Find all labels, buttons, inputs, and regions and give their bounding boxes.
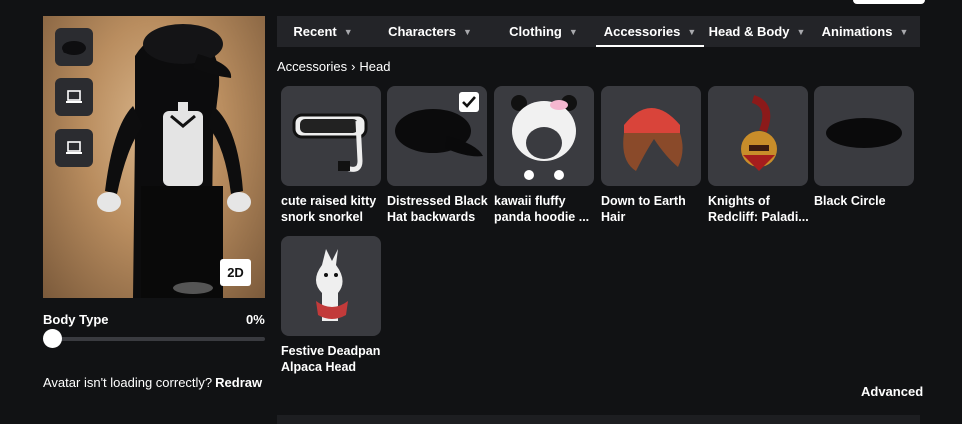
item-name: cute raised kitty snork snorkel in... <box>281 194 377 224</box>
tab-label: Animations <box>821 24 893 39</box>
body-type-label: Body Type <box>43 312 109 327</box>
chevron-down-icon: ▼ <box>796 26 806 37</box>
hat-thumbnail[interactable] <box>55 28 93 66</box>
item-card[interactable]: Knights of Redcliff: Paladi... <box>708 86 809 225</box>
preview-mode-button[interactable] <box>55 78 93 116</box>
avatar-preview[interactable]: 2D <box>43 16 265 298</box>
tab-head-body[interactable]: Head & Body ▼ <box>704 16 810 47</box>
tab-label: Recent <box>293 24 337 39</box>
tab-label: Clothing <box>509 24 562 39</box>
redraw-link[interactable]: Redraw <box>215 375 262 390</box>
item-name: Knights of Redcliff: Paladi... <box>708 194 809 224</box>
computer-icon <box>66 90 82 103</box>
tab-clothing[interactable]: Clothing ▼ <box>491 16 596 47</box>
item-name: Distressed Black Hat backwards <box>387 194 488 224</box>
chevron-down-icon: ▼ <box>343 26 353 37</box>
cap-icon <box>62 41 86 55</box>
tab-label: Accessories <box>603 24 681 39</box>
chevron-down-icon: ▼ <box>687 26 697 37</box>
knight-helmet-icon <box>708 86 808 186</box>
chevron-down-icon: ▼ <box>568 26 578 37</box>
top-action-button[interactable] <box>853 0 925 4</box>
avatar-warning: Avatar isn't loading correctly? Redraw <box>43 375 262 390</box>
item-card[interactable]: cute raised kitty snork snorkel in... <box>281 86 381 225</box>
preview-mode-button-2[interactable] <box>55 129 93 167</box>
breadcrumb: Accessories › Head <box>277 59 391 74</box>
item-card[interactable]: Down to Earth Hair <box>601 86 701 225</box>
black-circle-icon <box>814 86 914 186</box>
item-name: kawaii fluffy panda hoodie ... <box>494 194 590 224</box>
selected-check-icon <box>459 92 479 112</box>
body-type-slider[interactable] <box>52 337 265 341</box>
body-type-value: 0% <box>246 312 265 327</box>
tab-animations[interactable]: Animations ▼ <box>810 16 920 47</box>
breadcrumb-current: Head <box>359 59 391 74</box>
tab-characters[interactable]: Characters ▼ <box>369 16 491 47</box>
item-card[interactable]: Festive Deadpan Alpaca Head <box>281 236 381 375</box>
panda-hoodie-icon <box>494 86 594 186</box>
computer-icon <box>66 141 82 154</box>
chevron-down-icon: ▼ <box>899 26 909 37</box>
alpaca-head-icon <box>281 236 381 336</box>
tab-label: Characters <box>388 24 456 39</box>
red-beanie-hair-icon <box>601 86 701 186</box>
snorkel-goggles-icon <box>281 86 381 186</box>
body-type-slider-knob[interactable] <box>43 329 62 348</box>
item-name: Down to Earth Hair <box>601 194 686 224</box>
advanced-button[interactable]: Advanced <box>861 384 923 399</box>
item-card[interactable]: Distressed Black Hat backwards <box>387 86 488 225</box>
chevron-down-icon: ▼ <box>463 26 472 37</box>
avatar-warning-text: Avatar isn't loading correctly? <box>43 375 213 390</box>
black-cap-icon <box>387 86 487 186</box>
chevron-right-icon: › <box>351 59 356 74</box>
toggle-2d-button[interactable]: 2D <box>220 259 251 286</box>
tab-recent[interactable]: Recent ▼ <box>277 16 369 47</box>
footer-panel <box>277 415 920 424</box>
breadcrumb-parent[interactable]: Accessories <box>277 59 347 74</box>
category-tabs: Recent ▼ Characters ▼ Clothing ▼ Accessorie… <box>277 16 920 47</box>
item-card[interactable]: kawaii fluffy panda hoodie ... <box>494 86 594 225</box>
tab-accessories[interactable]: Accessories ▼ <box>596 16 704 47</box>
item-card[interactable]: Black Circle <box>814 86 914 209</box>
item-name: Black Circle <box>814 194 886 208</box>
tab-label: Head & Body <box>708 24 790 39</box>
item-name: Festive Deadpan Alpaca Head <box>281 344 381 374</box>
